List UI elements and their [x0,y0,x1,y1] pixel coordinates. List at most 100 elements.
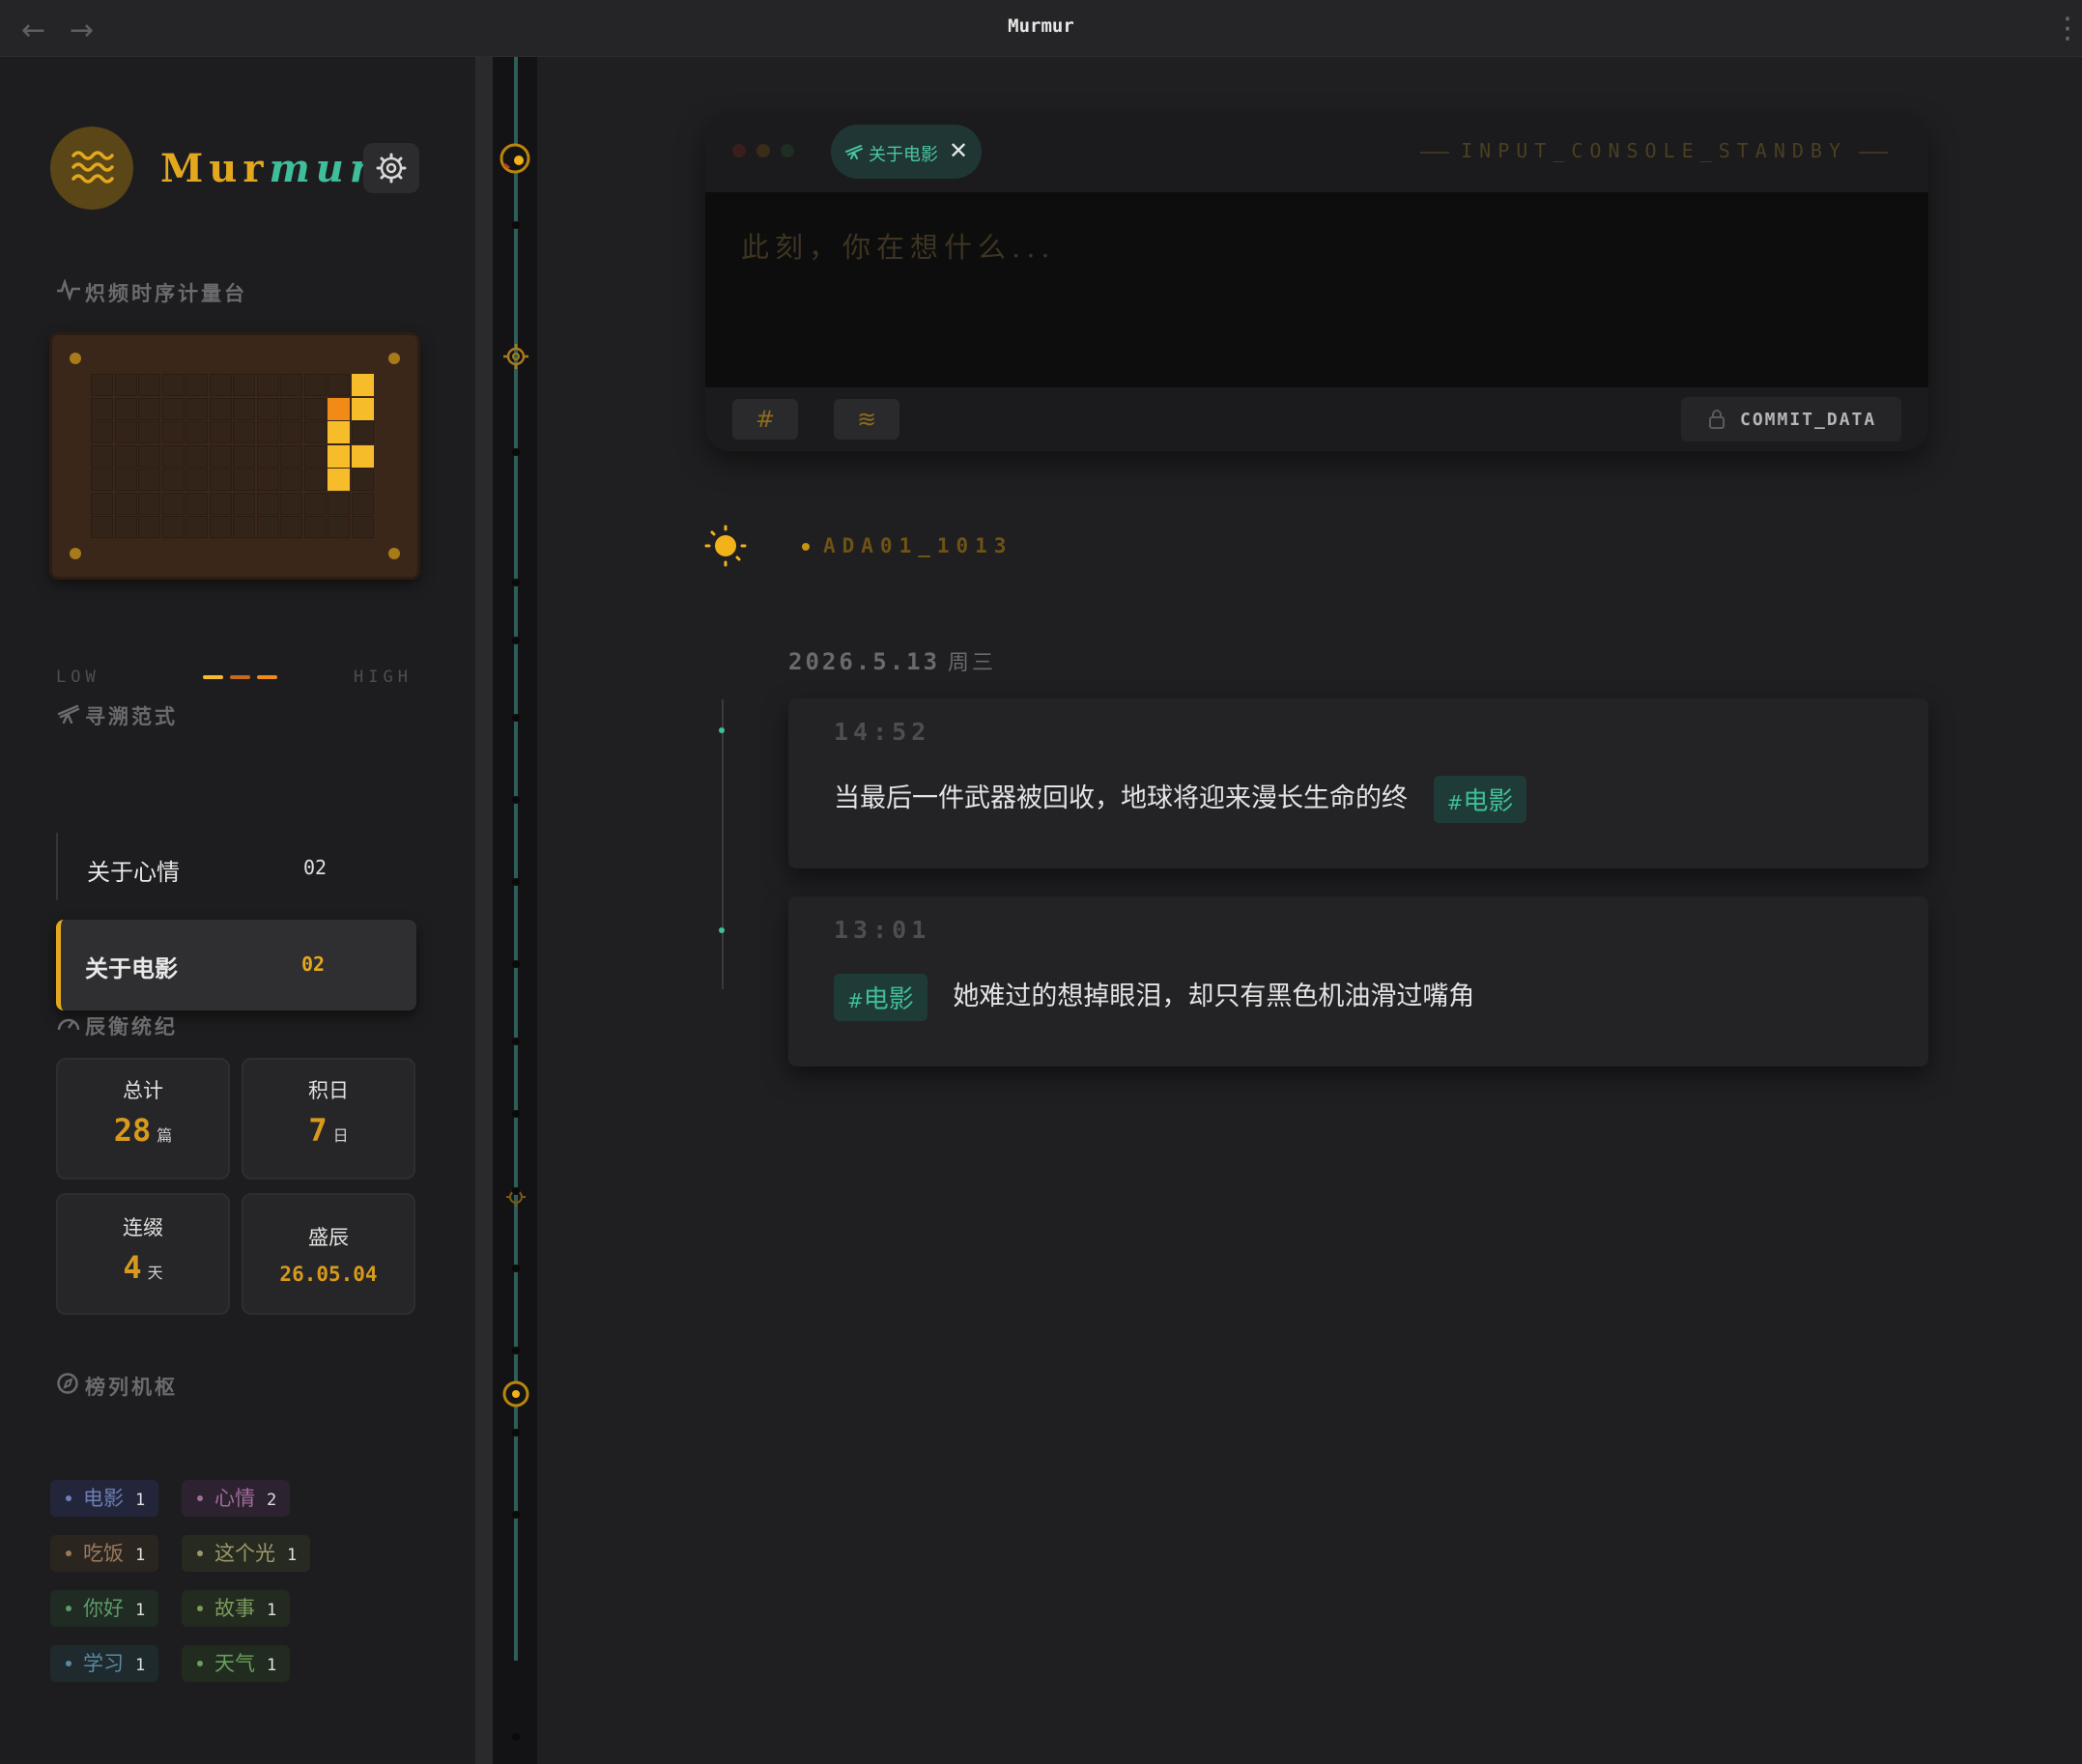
compass-icon [56,1373,85,1399]
entry-card[interactable]: 13:01 #电影 她难过的想掉眼泪，却只有黑色机油滑过嘴角 [788,896,1928,1067]
commit-button[interactable]: COMMIT_DATA [1681,397,1901,441]
tag-chip[interactable]: 学习 1 [50,1645,159,1682]
tag-chip[interactable]: 电影 1 [50,1480,159,1517]
feed-timeline-line [722,699,724,989]
wave-button[interactable]: ≋ [834,399,899,440]
entry-tag[interactable]: #电影 [1433,776,1527,823]
tag-chip[interactable]: 这个光 1 [182,1535,311,1572]
stat-total: 总计 28 篇 [56,1058,230,1180]
collection-label: 关于心情 [87,859,180,886]
heatmap-cell [303,492,327,515]
stats-section-title: 辰衡统纪 [56,1011,178,1040]
tag-name: 电影 [83,1487,124,1510]
tag-chip[interactable]: 吃饭 1 [50,1535,159,1572]
sidebar-divider[interactable] [475,57,493,1764]
heatmap-cell [280,516,302,538]
rail-marker [512,579,520,586]
tag-chip[interactable]: 天气 1 [182,1645,291,1682]
entry-card[interactable]: 14:52 当最后一件武器被回收，地球将迎来漫长生命的终 #电影 [788,698,1928,868]
more-menu-icon[interactable]: ⋮ [2053,12,2082,45]
collections-section-title: 寻溯范式 [56,701,178,730]
heatmap-cell [209,492,232,515]
thought-input[interactable]: 此刻，你在想什么... [705,192,1928,387]
heatmap-cell [114,421,137,443]
tag-count: 2 [267,1491,277,1510]
sidebar: Murmur 炽频时序计量台 LOW HIGH 寻溯范式 关于心情 02 关于电… [0,57,475,1764]
tag-name: 你好 [83,1597,124,1620]
lock-icon [1709,410,1725,429]
tags-section-title: 榜列机枢 [56,1372,178,1401]
tag-chip[interactable]: 你好 1 [50,1590,159,1627]
activity-heatmap [52,335,417,577]
rail-marker [512,1347,520,1354]
entry-time: 13:01 [834,916,931,944]
heatmap-cell [233,397,255,420]
heatmap-cell [233,492,255,515]
legend-swatch [257,675,277,679]
tag-name: 吃饭 [83,1542,124,1565]
console-status: INPUT_CONSOLE_STANDBY [1409,139,1899,162]
tag-chip[interactable]: 心情 2 [182,1480,291,1517]
heatmap-cell [280,374,302,396]
heatmap-cell [114,469,137,491]
rail-marker [512,448,520,456]
entry-time: 14:52 [834,718,931,746]
target-rail-icon[interactable] [500,1379,531,1409]
heatmap-cell [91,444,113,468]
rail-marker [512,1429,520,1437]
heatmap-cell [328,492,350,515]
heatmap-cell [303,469,327,491]
close-icon[interactable]: ✕ [949,137,968,164]
heatmap-cell [114,516,137,538]
heatmap-cell [280,492,302,515]
heatmap-cell [328,374,350,396]
brand-name: Murmur [160,146,376,191]
heatmap-cell [161,469,185,491]
gear-icon [376,153,407,184]
heatmap-cell [303,374,327,396]
rivet [388,353,400,364]
heatmap-low-label: LOW [56,668,100,687]
tag-bullet [66,1661,71,1666]
tag-chip[interactable]: 故事 1 [182,1590,291,1627]
entry-tag[interactable]: #电影 [834,974,927,1021]
heatmap-cell [280,397,302,420]
heatmap-cell [114,492,137,515]
tag-bullet [66,1606,71,1611]
heatmap-cell [138,444,160,468]
tag-name: 天气 [214,1652,255,1675]
heatmap-cell [351,397,374,420]
active-filter-chip[interactable]: 关于电影 ✕ [831,125,982,179]
heatmap-cell [91,516,113,538]
heatmap-cell [185,516,208,538]
window-dot-red [732,144,746,157]
heatmap-cell [303,397,327,420]
tag-bullet [197,1606,203,1611]
hashtag-button[interactable]: # [732,399,798,440]
collection-count: 02 [303,856,328,879]
heatmap-cell [138,374,160,396]
timeline-node [719,727,725,733]
tag-count: 1 [135,1601,146,1620]
heatmap-cell [280,469,302,491]
tag-bullet [197,1495,203,1501]
rail-marker [512,1733,520,1741]
settings-button[interactable] [363,143,419,193]
collection-item-movie[interactable]: 关于电影 02 [56,920,416,1010]
heatmap-cell [328,421,350,443]
rail-marker [512,637,520,644]
heatmap-cell [138,397,160,420]
tag-count: 1 [287,1546,298,1565]
sun-avatar-icon[interactable] [703,524,748,568]
stat-streak: 连缀 4天 [56,1193,230,1315]
gear-rail-icon[interactable] [501,342,530,371]
rail-marker [512,878,520,886]
tag-name: 心情 [214,1487,255,1510]
entry-text: 当最后一件武器被回收，地球将迎来漫长生命的终 [834,783,1408,813]
collection-item-mood[interactable]: 关于心情 02 [56,833,414,900]
tag-name: 故事 [214,1597,255,1620]
record-dial-icon[interactable] [498,141,532,176]
online-indicator [802,543,810,551]
entry-text: 她难过的想掉眼泪，却只有黑色机油滑过嘴角 [953,982,1475,1011]
telescope-icon [845,145,863,159]
